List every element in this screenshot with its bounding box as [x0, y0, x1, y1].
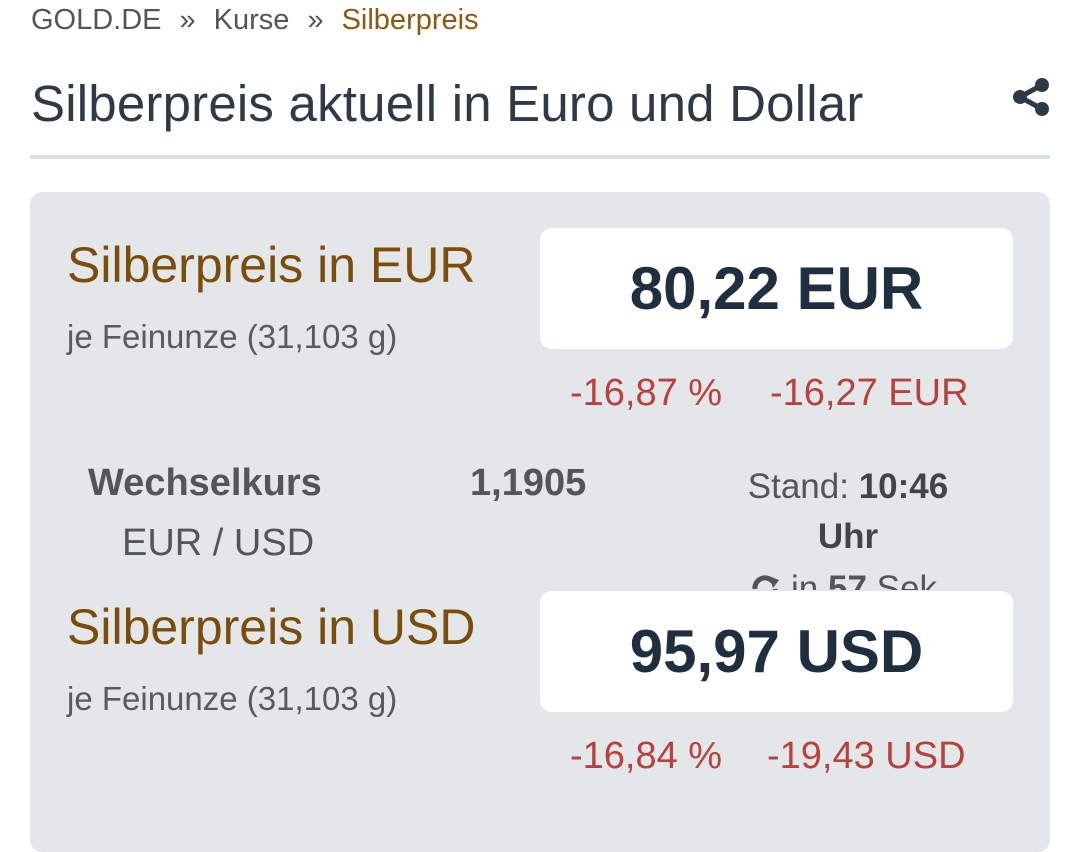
usd-price-value: 95,97 USD	[629, 618, 924, 685]
refresh-seconds: 57	[828, 569, 867, 590]
timestamp-label: Stand:	[747, 467, 849, 506]
exchange-rate-label: Wechselkurs	[88, 462, 322, 504]
usd-unit-note: je Feinunze (31,103 g)	[67, 680, 398, 717]
breadcrumb-separator: »	[307, 4, 324, 36]
timestamp: Stand: 10:46 Uhr	[730, 462, 966, 562]
eur-change-percent: -16,87 %	[570, 372, 723, 414]
share-icon	[1013, 78, 1049, 116]
refresh-icon	[752, 575, 780, 590]
usd-price-box: 95,97 USD	[540, 591, 1013, 712]
breadcrumb-current[interactable]: Silberpreis	[342, 4, 479, 37]
eur-price-box: 80,22 EUR	[540, 228, 1013, 349]
usd-change-percent: -16,84 %	[570, 735, 723, 777]
timestamp-unit: Uhr	[817, 517, 879, 556]
eur-price-label: Silberpreis in EUR	[67, 237, 476, 293]
eur-unit-note: je Feinunze (31,103 g)	[67, 318, 398, 355]
eur-change-absolute: -16,27 EUR	[770, 372, 969, 414]
title-divider	[30, 155, 1050, 159]
usd-price-label: Silberpreis in USD	[67, 599, 476, 655]
eur-price-value: 80,22 EUR	[629, 255, 924, 322]
refresh-unit: Sek.	[876, 569, 947, 590]
breadcrumb-home[interactable]: GOLD.DE	[31, 4, 162, 37]
breadcrumb-separator: »	[179, 4, 196, 36]
breadcrumb: GOLD.DE » Kurse » Silberpreis	[31, 4, 479, 37]
price-card: Silberpreis in EUR je Feinunze (31,103 g…	[30, 192, 1050, 852]
exchange-rate-pair: EUR / USD	[122, 522, 315, 564]
refresh-countdown[interactable]: in 57 Sek.	[730, 564, 966, 590]
page-title: Silberpreis aktuell in Euro und Dollar	[31, 75, 864, 132]
breadcrumb-kurse[interactable]: Kurse	[214, 4, 290, 37]
exchange-rate-value: 1,1905	[470, 462, 587, 504]
share-button[interactable]	[1010, 76, 1052, 118]
usd-change-absolute: -19,43 USD	[767, 735, 966, 777]
timestamp-time: 10:46	[858, 467, 949, 506]
refresh-prefix: in	[791, 569, 819, 590]
